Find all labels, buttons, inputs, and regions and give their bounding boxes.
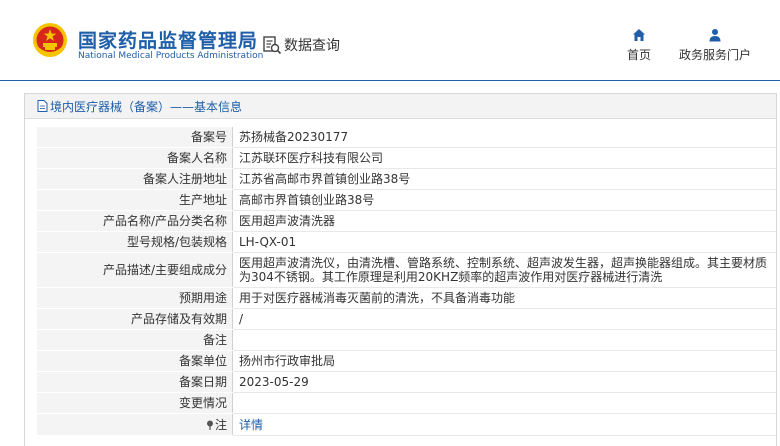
row-value: [232, 392, 776, 414]
row-label: 备案单位: [37, 350, 233, 372]
row-value: 医用超声波清洗仪，由清洗槽、管路系统、控制系统、超声波发生器，超声换能器组成。其…: [232, 252, 776, 288]
row-label: 备案日期: [37, 371, 233, 393]
table-row: 变更情况: [37, 392, 776, 414]
table-row: 产品名称/产品分类名称 医用超声波清洗器: [37, 210, 776, 232]
info-table: 备案号 苏扬械备20230177 备案人名称 江苏联环医疗科技有限公司 备案人注…: [37, 127, 776, 436]
row-value: 用于对医疗器械消毒灭菌前的清洗，不具备消毒功能: [232, 287, 776, 309]
note-label: 注: [214, 417, 227, 432]
row-value: 2023-05-29: [232, 371, 776, 393]
table-row: 型号规格/包装规格 LH-QX-01: [37, 231, 776, 253]
row-label: 备案号: [37, 127, 233, 148]
row-value: 医用超声波清洗器: [232, 210, 776, 232]
site-header: 国家药品监督管理局 National Medical Products Admi…: [0, 0, 780, 81]
row-label: 备注: [37, 329, 233, 351]
table-row: 产品描述/主要组成成分 医用超声波清洗仪，由清洗槽、管路系统、控制系统、超声波发…: [37, 252, 776, 288]
brand-title: 国家药品监督管理局: [78, 30, 259, 52]
data-query-link[interactable]: 数据查询: [262, 34, 340, 56]
nav-home[interactable]: 首页: [622, 28, 656, 63]
row-label: 备案人名称: [37, 147, 233, 169]
row-value: 高邮市界首镇创业路38号: [232, 189, 776, 211]
document-search-icon: [263, 36, 282, 55]
row-label: 产品描述/主要组成成分: [37, 252, 233, 288]
brand-subtitle: National Medical Products Administration: [78, 51, 264, 61]
national-emblem-icon: [33, 23, 67, 57]
table-row: 注 详情: [37, 413, 776, 436]
table-row: 备案日期 2023-05-29: [37, 371, 776, 393]
row-value: LH-QX-01: [232, 231, 776, 253]
row-label: 备案人注册地址: [37, 168, 233, 190]
table-row: 生产地址 高邮市界首镇创业路38号: [37, 189, 776, 211]
row-label: 产品存储及有效期: [37, 308, 233, 330]
nav-portal-label: 政务服务门户: [678, 48, 751, 62]
nav-home-label: 首页: [626, 48, 651, 62]
row-label: 生产地址: [37, 189, 233, 211]
data-query-label: 数据查询: [284, 38, 340, 54]
row-value: 江苏联环医疗科技有限公司: [232, 147, 776, 169]
row-value: /: [232, 308, 776, 330]
row-label: 预期用途: [37, 287, 233, 309]
table-row: 备案人注册地址 江苏省高邮市界首镇创业路38号: [37, 168, 776, 190]
row-label-note: 注: [37, 413, 233, 436]
table-row: 备案号 苏扬械备20230177: [37, 127, 776, 148]
row-label: 型号规格/包装规格: [37, 231, 233, 253]
pin-icon: [206, 420, 213, 430]
document-icon: [37, 100, 48, 112]
row-label: 变更情况: [37, 392, 233, 414]
table-row: 备案单位 扬州市行政审批局: [37, 350, 776, 372]
details-link[interactable]: 详情: [239, 418, 263, 432]
panel-header: 境内医疗器械（备案）——基本信息: [25, 94, 776, 119]
table-row: 备案人名称 江苏联环医疗科技有限公司: [37, 147, 776, 169]
row-label: 产品名称/产品分类名称: [37, 210, 233, 232]
row-value: 江苏省高邮市界首镇创业路38号: [232, 168, 776, 190]
table-row: 产品存储及有效期 /: [37, 308, 776, 330]
info-panel: 境内医疗器械（备案）——基本信息 备案号 苏扬械备20230177 备案人名称 …: [24, 93, 777, 446]
row-value: [232, 329, 776, 351]
row-value: 苏扬械备20230177: [232, 127, 776, 148]
table-row: 预期用途 用于对医疗器械消毒灭菌前的清洗，不具备消毒功能: [37, 287, 776, 309]
user-icon: [709, 29, 721, 42]
row-value: 扬州市行政审批局: [232, 350, 776, 372]
row-value: 详情: [232, 413, 776, 436]
nav-service-portal[interactable]: 政务服务门户: [672, 28, 758, 63]
home-icon: [633, 29, 645, 41]
table-row: 备注: [37, 329, 776, 351]
panel-title: 境内医疗器械（备案）——基本信息: [50, 99, 243, 114]
